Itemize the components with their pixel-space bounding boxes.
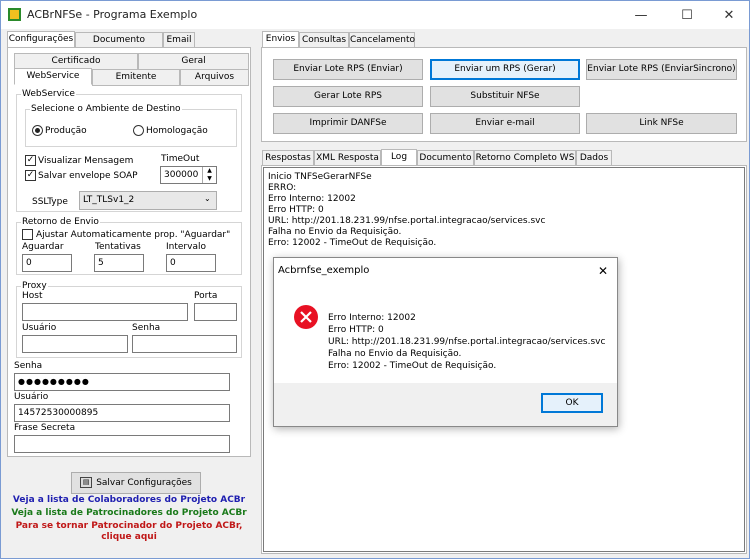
- aguardar-label: Aguardar: [22, 242, 64, 252]
- enviar-um-rps-button[interactable]: Enviar um RPS (Gerar): [430, 59, 580, 80]
- dialog-line: URL: http://201.18.231.99/nfse.portal.in…: [328, 337, 606, 347]
- tab-geral[interactable]: Geral: [138, 53, 249, 70]
- timeout-label: TimeOut: [161, 154, 200, 164]
- log-line: Erro Interno: 12002: [268, 194, 356, 204]
- senha-label: Senha: [14, 361, 43, 371]
- intervalo-input[interactable]: 0: [166, 254, 216, 272]
- ssltype-value: LT_TLSv1_2: [83, 195, 135, 205]
- tab-arquivos[interactable]: Arquivos: [180, 69, 249, 86]
- homologacao-label: Homologação: [146, 126, 208, 136]
- tab-emitente[interactable]: Emitente: [92, 69, 180, 86]
- dialog-close-icon[interactable]: ✕: [592, 260, 614, 282]
- aguardar-input[interactable]: 0: [22, 254, 72, 272]
- salvar-configuracoes-button[interactable]: ▤ Salvar Configurações: [71, 472, 201, 494]
- frase-secreta-input[interactable]: [14, 435, 230, 453]
- title-bar: ACBrNFSe - Programa Exemplo — ☐ ✕: [1, 1, 749, 29]
- app-icon: [8, 8, 21, 21]
- proxy-usuario-label: Usuário: [22, 323, 57, 333]
- usuario-input[interactable]: 14572530000895: [14, 404, 230, 422]
- window-title: ACBrNFSe - Programa Exemplo: [27, 8, 198, 21]
- gerar-lote-rps-button[interactable]: Gerar Lote RPS: [273, 86, 423, 107]
- tab-log[interactable]: Log: [381, 149, 417, 166]
- enviar-lote-sincrono-button[interactable]: Enviar Lote RPS (EnviarSincrono): [586, 59, 737, 80]
- log-line: Erro: 12002 - TimeOut de Requisição.: [268, 238, 437, 248]
- usuario-label: Usuário: [14, 392, 49, 402]
- salvar-configuracoes-label: Salvar Configurações: [96, 478, 192, 488]
- tentativas-label: Tentativas: [95, 242, 141, 252]
- host-label: Host: [22, 291, 43, 301]
- homologacao-radio[interactable]: [133, 125, 144, 136]
- ssltype-select[interactable]: LT_TLSv1_2: [79, 191, 217, 210]
- dialog-line: Erro HTTP: 0: [328, 325, 384, 335]
- proxy-host-input[interactable]: [22, 303, 188, 321]
- dialog-title: Acbrnfse_exemplo: [278, 265, 370, 276]
- proxy-group-label: Proxy: [21, 281, 48, 291]
- visualizar-checkbox[interactable]: ✓: [25, 155, 36, 166]
- timeout-spinner[interactable]: ▲ ▼: [202, 167, 216, 183]
- ambiente-label: Selecione o Ambiente de Destino: [30, 104, 182, 114]
- patrocinador-link-line2[interactable]: clique aqui: [6, 532, 252, 542]
- intervalo-label: Intervalo: [166, 242, 206, 252]
- retorno-group-label: Retorno de Envio: [21, 217, 100, 227]
- patrocinador-link-line1[interactable]: Para se tornar Patrocinador do Projeto A…: [6, 521, 252, 531]
- colaboradores-link[interactable]: Veja a lista de Colaboradores do Projeto…: [6, 495, 252, 505]
- dialog-message: Erro Interno: 12002 Erro HTTP: 0 URL: ht…: [328, 312, 605, 372]
- close-window-button[interactable]: ✕: [709, 5, 749, 27]
- producao-label: Produção: [45, 126, 87, 136]
- log-line: Inicio TNFSeGerarNFSe: [268, 172, 372, 182]
- ok-button[interactable]: OK: [541, 393, 603, 413]
- proxy-porta-input[interactable]: [194, 303, 237, 321]
- porta-label: Porta: [194, 291, 218, 301]
- senha-input[interactable]: ●●●●●●●●●: [14, 373, 230, 391]
- tab-configuracoes[interactable]: Configurações: [7, 31, 75, 48]
- webservice-group-label: WebService: [21, 89, 76, 99]
- salvar-envelope-label: Salvar envelope SOAP: [38, 171, 138, 181]
- tentativas-input[interactable]: 5: [94, 254, 144, 272]
- link-nfse-button[interactable]: Link NFSe: [586, 113, 737, 134]
- minimize-button[interactable]: —: [621, 5, 661, 27]
- dialog-line: Falha no Envio da Requisição.: [328, 349, 462, 359]
- visualizar-label: Visualizar Mensagem: [38, 156, 134, 166]
- enviar-lote-rps-button[interactable]: Enviar Lote RPS (Enviar): [273, 59, 423, 80]
- ajustar-checkbox[interactable]: [22, 229, 33, 240]
- enviar-email-button[interactable]: Enviar e-mail: [430, 113, 580, 134]
- proxy-usuario-input[interactable]: [22, 335, 128, 353]
- error-dialog: Acbrnfse_exemplo ✕ Erro Interno: 12002 E…: [273, 257, 618, 427]
- log-line: URL: http://201.18.231.99/nfse.portal.in…: [268, 216, 546, 226]
- substituir-nfse-button[interactable]: Substituir NFSe: [430, 86, 580, 107]
- chevron-down-icon: ⌄: [204, 194, 211, 203]
- app-window: ACBrNFSe - Programa Exemplo — ☐ ✕ Config…: [0, 0, 750, 559]
- log-line: ERRO:: [268, 183, 297, 193]
- patrocinadores-link[interactable]: Veja a lista de Patrocinadores do Projet…: [6, 508, 252, 518]
- tab-envios[interactable]: Envios: [262, 31, 299, 48]
- producao-radio[interactable]: [32, 125, 43, 136]
- salvar-envelope-checkbox[interactable]: ✓: [25, 170, 36, 181]
- maximize-button[interactable]: ☐: [667, 5, 707, 27]
- dialog-line: Erro Interno: 12002: [328, 313, 416, 323]
- log-text: Inicio TNFSeGerarNFSe ERRO: Erro Interno…: [268, 172, 545, 249]
- imprimir-danfse-button[interactable]: Imprimir DANFSe: [273, 113, 423, 134]
- tab-webservice[interactable]: WebService: [14, 68, 92, 85]
- dialog-footer: OK: [274, 383, 617, 426]
- frase-secreta-label: Frase Secreta: [14, 423, 76, 433]
- log-line: Erro HTTP: 0: [268, 205, 324, 215]
- ssltype-label: SSLType: [32, 197, 68, 207]
- proxy-senha-input[interactable]: [132, 335, 237, 353]
- error-icon: [294, 305, 318, 329]
- log-line: Falha no Envio da Requisição.: [268, 227, 402, 237]
- proxy-senha-label: Senha: [132, 323, 161, 333]
- dialog-line: Erro: 12002 - TimeOut de Requisição.: [328, 361, 497, 371]
- save-icon: ▤: [80, 477, 93, 488]
- ajustar-label: Ajustar Automaticamente prop. "Aguardar": [36, 230, 231, 240]
